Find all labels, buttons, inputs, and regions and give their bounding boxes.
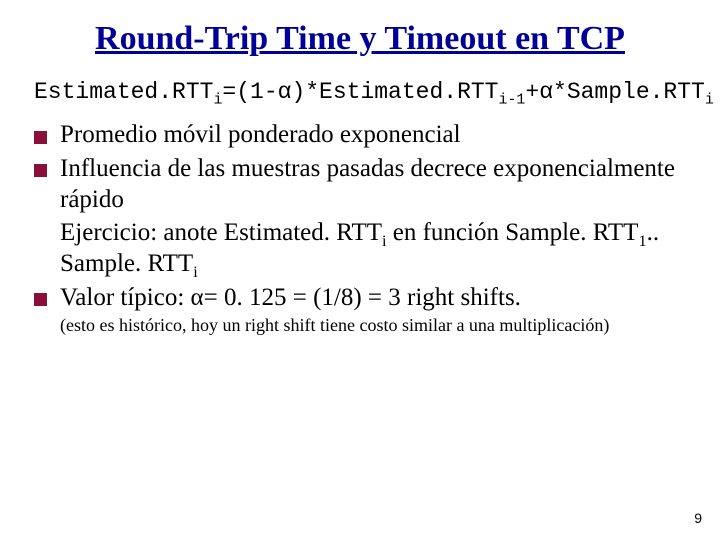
formula-lhs: Estimated.RTT xyxy=(34,79,213,105)
bullet-text-b: = 0. 125 = (1/8) = 3 right shifts. xyxy=(204,284,521,311)
page-number: 9 xyxy=(694,510,702,526)
bullet-text-a: Valor típico: xyxy=(60,284,191,311)
formula-tail: *Sample.RTT xyxy=(553,79,705,105)
exercise-line: Ejercicio: anote Estimated. RTT i en func… xyxy=(34,217,686,280)
slide-body: Promedio móvil ponderado exponencial Inf… xyxy=(34,119,686,336)
formula-eq: =(1- xyxy=(222,79,277,105)
bullet-alpha: α xyxy=(191,284,204,311)
slide: Round-Trip Time y Timeout en TCP Estimat… xyxy=(0,0,720,540)
exercise-label: Ejercicio: anote Estimated. RTT xyxy=(60,219,382,246)
historical-note: (esto es histórico, hoy un right shift t… xyxy=(34,315,686,337)
formula-mid1: )*Estimated.RTT xyxy=(291,79,498,105)
exercise-sub-i2: i xyxy=(193,263,198,281)
exercise-mid: en función Sample. RTT xyxy=(387,219,639,246)
bullet-text: Promedio móvil ponderado exponencial xyxy=(60,121,461,148)
formula-plus: + xyxy=(525,79,539,105)
slide-title: Round-Trip Time y Timeout en TCP xyxy=(34,20,686,57)
ewma-formula: Estimated.RTTi=(1-α)*Estimated.RTTi-1+α*… xyxy=(34,79,686,105)
formula-alpha2: α xyxy=(539,79,553,105)
formula-mid1-sub: i-1 xyxy=(498,93,525,109)
bullet-text: Influencia de las muestras pasadas decre… xyxy=(60,155,675,213)
bullet-typical-alpha: Valor típico: α= 0. 125 = (1/8) = 3 righ… xyxy=(34,282,686,313)
formula-alpha1: α xyxy=(278,79,292,105)
formula-tail-sub: i xyxy=(705,93,714,109)
bullet-decay: Influencia de las muestras pasadas decre… xyxy=(34,153,686,216)
exercise-sub-1: 1 xyxy=(638,232,646,250)
bullet-ewma: Promedio móvil ponderado exponencial xyxy=(34,119,686,150)
